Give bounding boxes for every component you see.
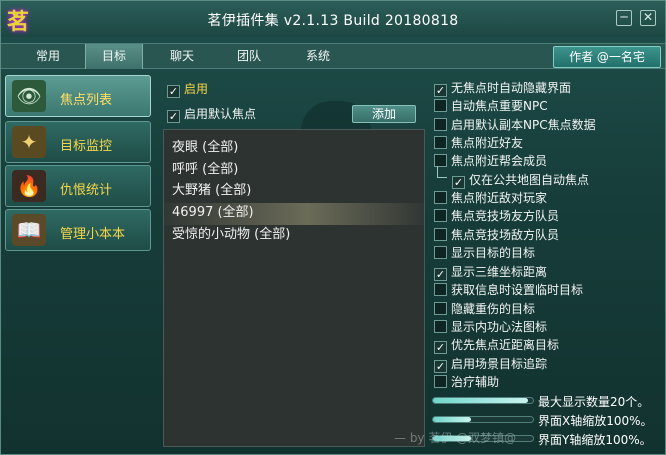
option-dungeon-npc[interactable]: 启用默认副本NPC焦点数据	[434, 117, 596, 135]
checkbox-box[interactable]	[434, 268, 447, 281]
option-label: 焦点竞技场友方队员	[451, 209, 560, 223]
option-label: 获取信息时设置临时目标	[451, 283, 584, 297]
sidebar-item-label: 焦点列表	[60, 93, 113, 108]
sidebar-item-focus-list[interactable]: 👁 焦点列表	[5, 75, 151, 117]
checkbox-box[interactable]	[434, 84, 447, 97]
option-label: 焦点竞技场敌方队员	[451, 228, 560, 242]
list-item[interactable]: 大野猪 (全部)	[164, 181, 424, 203]
sidebar-item-label: 管理小本本	[60, 227, 126, 242]
list-item[interactable]: 呼呼 (全部)	[164, 160, 424, 182]
list-item[interactable]: 夜眼 (全部)	[164, 138, 424, 160]
option-important-npc[interactable]: 自动焦点重要NPC	[434, 98, 548, 116]
option-label: 启用默认副本NPC焦点数据	[451, 118, 596, 132]
tab-common[interactable]: 常用	[19, 44, 77, 69]
option-target-of-target[interactable]: 显示目标的目标	[434, 245, 535, 263]
tab-chat[interactable]: 聊天	[153, 44, 211, 69]
checkbox-box[interactable]	[434, 136, 447, 149]
plugin-window: 茗 茗伊插件集 v2.1.13 Build 20180818 ─ ✕ 常用 目标…	[0, 0, 666, 455]
checkbox-box[interactable]	[167, 110, 180, 123]
close-button[interactable]: ✕	[640, 10, 656, 26]
option-label: 无焦点时自动隐藏界面	[451, 81, 572, 95]
option-public-map-only[interactable]: 仅在公共地图自动焦点	[452, 172, 589, 190]
option-label: 治疗辅助	[451, 375, 500, 389]
tab-bar: 常用 目标 聊天 团队 系统 作者 @一名宅	[1, 43, 665, 69]
default-focus-checkbox[interactable]: 启用默认焦点	[167, 106, 256, 124]
watermark: — by 茗伊 @双梦镇@	[394, 431, 517, 445]
checkbox-box[interactable]	[434, 375, 447, 388]
option-temp-target[interactable]: 获取信息时设置临时目标	[434, 282, 583, 300]
focus-list[interactable]: 夜眼 (全部) 呼呼 (全部) 大野猪 (全部) 46997 (全部) 受惊的小…	[163, 129, 425, 447]
option-label: 显示三维坐标距离	[451, 265, 548, 279]
option-arena-allies[interactable]: 焦点竞技场友方队员	[434, 208, 559, 226]
list-item[interactable]: 受惊的小动物 (全部)	[164, 225, 424, 247]
tab-target[interactable]: 目标	[85, 44, 143, 69]
title-bar[interactable]: 茗 茗伊插件集 v2.1.13 Build 20180818 ─ ✕	[1, 1, 665, 37]
max-count-slider[interactable]	[432, 397, 534, 404]
tab-team[interactable]: 团队	[220, 44, 278, 69]
option-label: 显示目标的目标	[451, 246, 536, 260]
x-scale-slider[interactable]	[432, 416, 534, 423]
flame-icon: 🔥	[12, 170, 46, 202]
option-label: 隐藏重伤的目标	[451, 302, 536, 316]
checkbox-box[interactable]	[434, 99, 447, 112]
window-title: 茗伊插件集 v2.1.13 Build 20180818	[207, 13, 459, 29]
max-count-label: 最大显示数量20个。	[538, 395, 650, 409]
option-label: 优先焦点近距离目标	[451, 338, 560, 352]
slider-fill	[433, 417, 471, 422]
option-label: 启用场景目标追踪	[451, 357, 548, 371]
checkbox-label: 启用默认焦点	[184, 107, 257, 121]
checkbox-box[interactable]	[434, 302, 447, 315]
minimize-button[interactable]: ─	[616, 10, 632, 26]
tab-system[interactable]: 系统	[289, 44, 347, 69]
checkbox-box[interactable]	[434, 341, 447, 354]
book-icon: 📖	[12, 214, 46, 246]
checkbox-box[interactable]	[452, 176, 465, 189]
x-scale-label: 界面X轴缩放100%。	[538, 414, 653, 428]
option-label: 仅在公共地图自动焦点	[469, 173, 590, 187]
option-label: 显示内功心法图标	[451, 320, 548, 334]
checkbox-box[interactable]	[434, 209, 447, 222]
checkbox-box[interactable]	[434, 360, 447, 373]
checkbox-label: 启用	[184, 82, 209, 96]
list-item-selected[interactable]: 46997 (全部)	[164, 203, 424, 225]
add-button[interactable]: 添加	[352, 105, 416, 123]
checkbox-box[interactable]	[434, 228, 447, 241]
sidebar-item-notebook[interactable]: 📖 管理小本本	[5, 209, 151, 251]
option-kungfu-icon[interactable]: 显示内功心法图标	[434, 319, 547, 337]
option-nearby-enemies[interactable]: 焦点附近敌对玩家	[434, 190, 547, 208]
sidebar-item-label: 目标监控	[60, 139, 113, 154]
checkbox-box[interactable]	[434, 191, 447, 204]
checkbox-box[interactable]	[434, 283, 447, 296]
option-nearby-friends[interactable]: 焦点附近好友	[434, 135, 523, 153]
sidebar-item-target-monitor[interactable]: ✦ 目标监控	[5, 121, 151, 163]
y-scale-label: 界面Y轴缩放100%。	[538, 433, 652, 447]
checkbox-box[interactable]	[434, 246, 447, 259]
sidebar-item-label: 仇恨统计	[60, 183, 113, 198]
sub-option-connector	[437, 166, 447, 178]
slider-fill	[433, 398, 528, 403]
option-arena-enemies[interactable]: 焦点竞技场敌方队员	[434, 227, 559, 245]
checkbox-box[interactable]	[434, 320, 447, 333]
sidebar-item-threat-stats[interactable]: 🔥 仇恨统计	[5, 165, 151, 207]
option-3d-distance[interactable]: 显示三维坐标距离	[434, 264, 547, 282]
option-auto-hide[interactable]: 无焦点时自动隐藏界面	[434, 80, 571, 98]
eye-book-icon: 👁	[12, 80, 46, 112]
option-heal-assist[interactable]: 治疗辅助	[434, 374, 499, 392]
option-prefer-near[interactable]: 优先焦点近距离目标	[434, 337, 559, 355]
option-label: 焦点附近敌对玩家	[451, 191, 548, 205]
enable-focus-checkbox[interactable]: 启用	[167, 81, 208, 99]
option-hide-injured[interactable]: 隐藏重伤的目标	[434, 301, 535, 319]
option-nearby-guild[interactable]: 焦点附近帮会成员	[434, 153, 547, 171]
crest-icon: ✦	[12, 126, 46, 158]
option-label: 自动焦点重要NPC	[451, 99, 548, 113]
option-label: 焦点附近好友	[451, 136, 524, 150]
option-label: 焦点附近帮会成员	[451, 154, 548, 168]
author-button[interactable]: 作者 @一名宅	[553, 46, 661, 68]
checkbox-box[interactable]	[167, 85, 180, 98]
option-scene-tracking[interactable]: 启用场景目标追踪	[434, 356, 547, 374]
checkbox-box[interactable]	[434, 118, 447, 131]
